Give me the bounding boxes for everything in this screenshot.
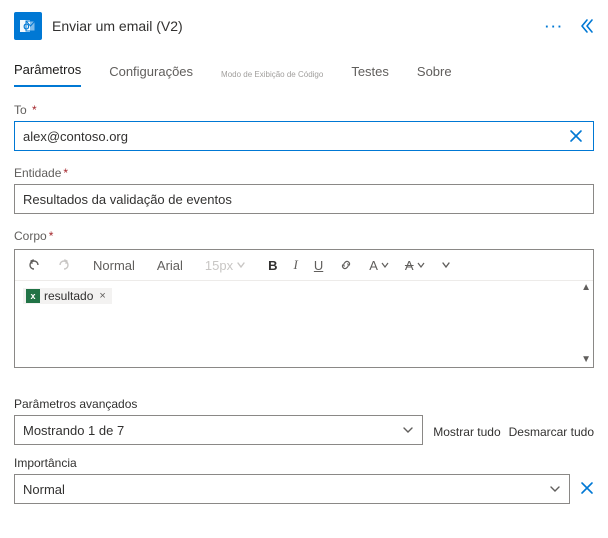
editor-body[interactable]: x resultado × ▲ ▼ <box>15 281 593 367</box>
entidade-row: Entidade* Resultados da validação de eve… <box>14 165 594 214</box>
tab-bar: Parâmetros Configurações Modo de Exibiçã… <box>14 56 594 88</box>
chip-remove-button[interactable]: × <box>99 290 105 302</box>
scroll-up-icon: ▲ <box>581 283 591 293</box>
card-title: Enviar um email (V2) <box>52 18 535 34</box>
collapse-button[interactable] <box>578 18 594 34</box>
show-all-link[interactable]: Mostrar tudo <box>433 425 500 439</box>
underline-button[interactable]: U <box>310 256 327 275</box>
tab-sobre[interactable]: Sobre <box>417 58 452 87</box>
dynamic-content-chip[interactable]: x resultado × <box>23 288 112 304</box>
entidade-label: Entidade* <box>14 166 68 180</box>
tab-parametros[interactable]: Parâmetros <box>14 56 81 87</box>
tab-testes[interactable]: Testes <box>351 58 389 87</box>
style-select[interactable]: Normal <box>89 256 139 275</box>
chip-label: resultado <box>44 289 93 303</box>
advanced-label: Parâmetros avançados <box>14 397 137 411</box>
font-size-select[interactable]: 15px <box>201 256 250 275</box>
bold-button[interactable]: B <box>264 256 281 275</box>
importance-select[interactable]: Normal <box>14 474 570 504</box>
chevron-down-icon <box>549 475 561 503</box>
entidade-input[interactable]: Resultados da validação de eventos <box>14 184 594 214</box>
advanced-select-value: Mostrando 1 de 7 <box>23 423 124 438</box>
editor-toolbar: Normal Arial 15px B I U A A <box>15 250 593 281</box>
importance-row: Importância Normal <box>14 455 594 504</box>
clear-to-button[interactable] <box>565 122 587 150</box>
excel-icon: x <box>26 289 40 303</box>
importance-value: Normal <box>23 482 65 497</box>
editor-scrollbar[interactable]: ▲ ▼ <box>581 283 591 365</box>
tab-configuracoes[interactable]: Configurações <box>109 58 193 87</box>
corpo-row: Corpo* Normal Arial 15px B I U <box>14 228 594 368</box>
importance-label: Importância <box>14 456 77 470</box>
scroll-down-icon: ▼ <box>581 355 591 365</box>
clear-all-link[interactable]: Desmarcar tudo <box>509 425 594 439</box>
font-select[interactable]: Arial <box>153 256 187 275</box>
rich-text-editor: Normal Arial 15px B I U A A <box>14 249 594 368</box>
outlook-icon: O <box>14 12 42 40</box>
corpo-label: Corpo* <box>14 229 53 243</box>
link-button[interactable] <box>335 256 357 274</box>
clear-importance-button[interactable] <box>580 481 594 504</box>
italic-button[interactable]: I <box>290 255 302 275</box>
chevron-down-icon <box>402 416 414 444</box>
to-input[interactable]: alex@contoso.org <box>14 121 594 151</box>
card-header: O Enviar um email (V2) ··· <box>14 10 594 50</box>
advanced-select[interactable]: Mostrando 1 de 7 <box>14 415 423 445</box>
toolbar-overflow-button[interactable] <box>437 258 455 272</box>
to-label: To * <box>14 103 37 117</box>
highlight-button[interactable]: A <box>401 256 429 275</box>
to-value: alex@contoso.org <box>23 129 128 144</box>
advanced-parameters-row: Parâmetros avançados Mostrando 1 de 7 Mo… <box>14 396 594 445</box>
action-card: O Enviar um email (V2) ··· Parâmetros Co… <box>0 0 608 518</box>
tab-modo-exibicao[interactable]: Modo de Exibição de Código <box>221 64 323 87</box>
undo-button[interactable] <box>23 256 45 274</box>
to-row: To * alex@contoso.org <box>14 102 594 151</box>
more-options-button[interactable]: ··· <box>545 19 564 34</box>
redo-button[interactable] <box>53 256 75 274</box>
font-color-button[interactable]: A <box>365 256 393 275</box>
svg-text:O: O <box>23 23 29 32</box>
entidade-value: Resultados da validação de eventos <box>23 192 232 207</box>
